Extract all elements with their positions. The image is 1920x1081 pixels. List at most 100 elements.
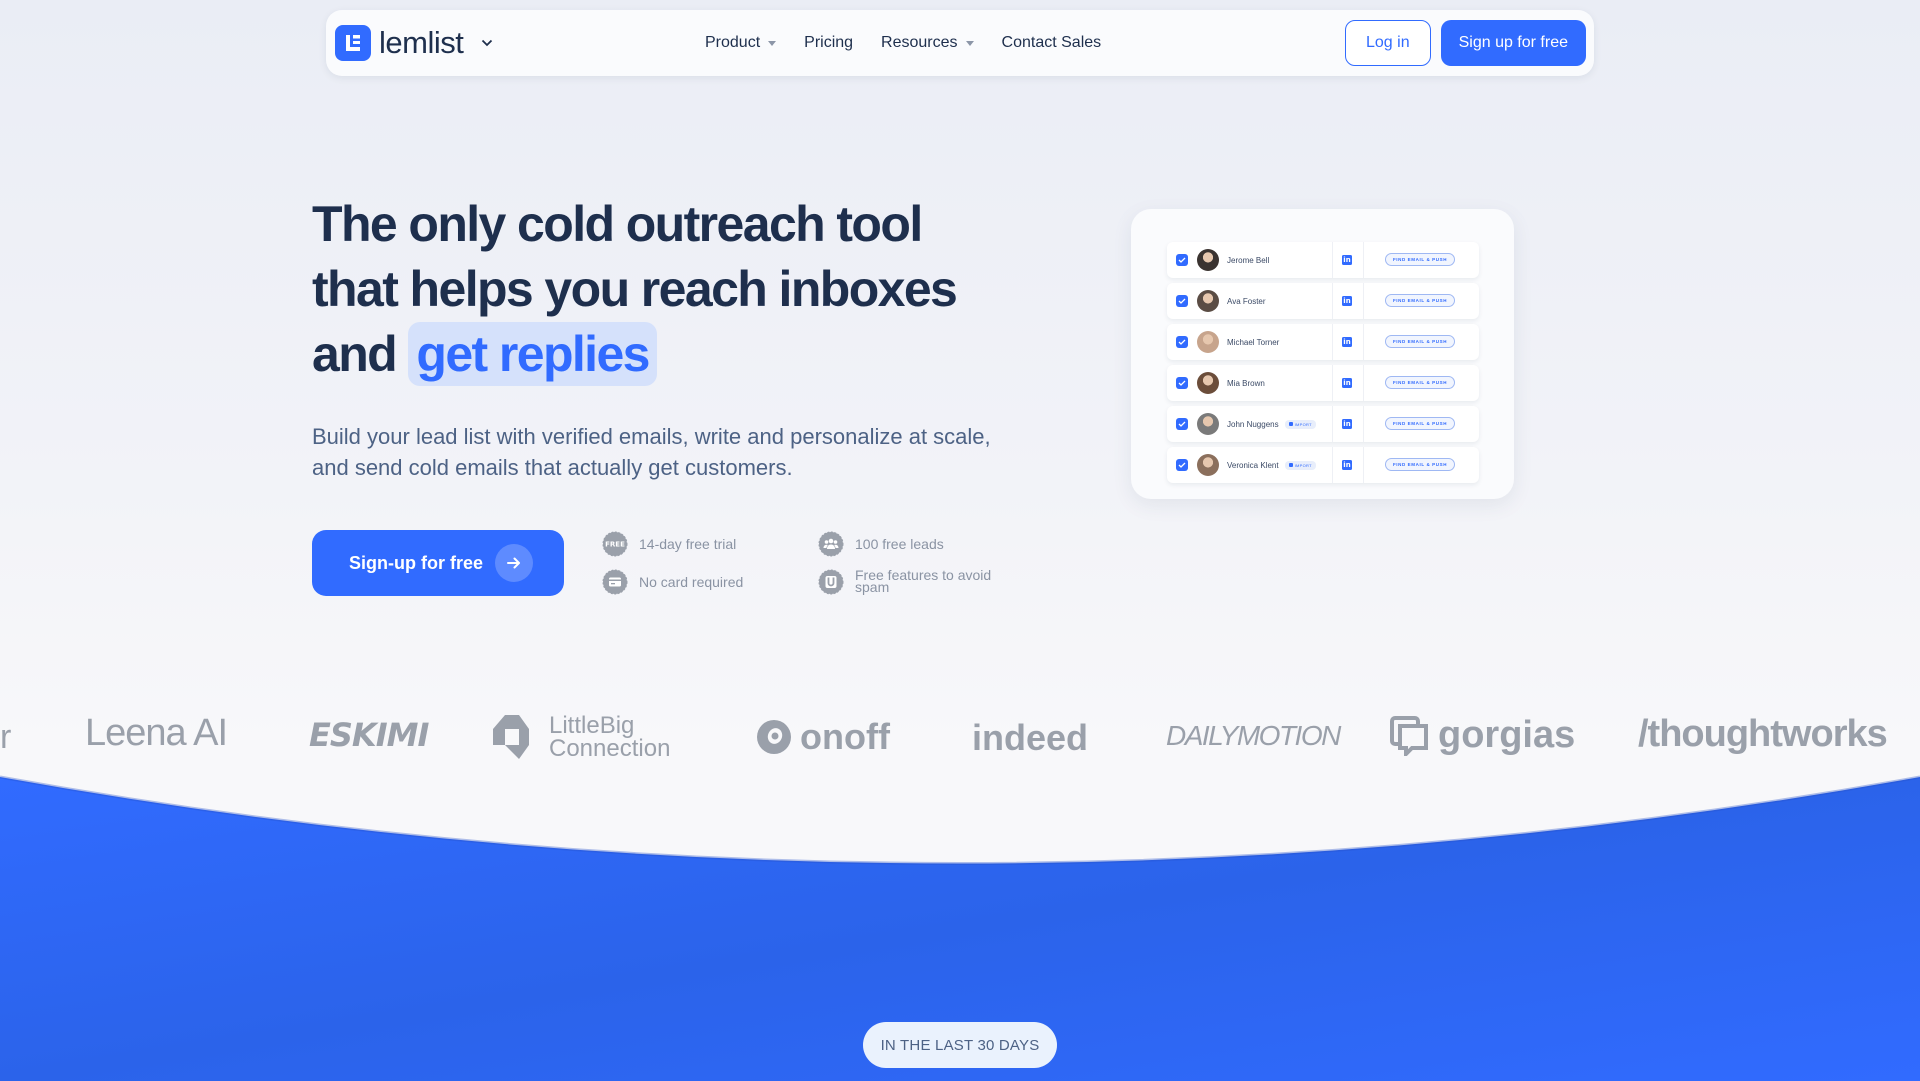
avatar [1197,331,1219,353]
checkbox-checked[interactable] [1176,295,1188,307]
lead-row: Michael Torner in FIND EMAIL & PUSH [1167,324,1479,360]
nav-pricing-label: Pricing [804,34,854,51]
divider [1332,447,1333,483]
checkbox-checked[interactable] [1176,336,1188,348]
card-icon [602,569,628,595]
brand-name: lemlist [379,25,464,60]
logo-indeed: indeed [972,717,1089,758]
logo-onoff: onoff [756,716,890,758]
lead-row: Veronica Klent IMPORT in FIND EMAIL & PUSH [1167,447,1479,483]
divider [1363,365,1364,401]
avatar [1197,290,1219,312]
check-icon [1178,339,1186,345]
lead-row: Mia Brown in FIND EMAIL & PUSH [1167,365,1479,401]
nav-actions: Log in Sign up for free [1345,20,1586,66]
login-button[interactable]: Log in [1345,20,1431,66]
lead-name: Mia Brown [1227,378,1265,388]
nav-resources[interactable]: Resources [881,34,974,52]
divider [1332,283,1333,319]
find-email-push-button[interactable]: FIND EMAIL & PUSH [1385,417,1455,430]
perk-label: 14-day free trial [639,536,737,552]
magnet-icon [818,569,844,595]
avatar [1197,249,1219,271]
divider [1332,365,1333,401]
lead-name: John Nuggens [1227,419,1279,429]
linkedin-icon[interactable]: in [1342,460,1352,470]
find-email-push-button[interactable]: FIND EMAIL & PUSH [1385,335,1455,348]
checkbox-checked[interactable] [1176,377,1188,389]
logo-littlebig-connection: LittleBig Connection [493,714,679,761]
check-icon [1178,257,1186,263]
lead-row: Ava Foster in FIND EMAIL & PUSH [1167,283,1479,319]
divider [1363,324,1364,360]
linkedin-icon[interactable]: in [1342,255,1352,265]
perk-label: 100 free leads [855,536,944,552]
checkbox-checked[interactable] [1176,254,1188,266]
hero-title-line-2: that helps you reach inboxes [312,261,958,317]
hero-signup-button[interactable]: Sign-up for free [312,530,564,596]
import-badge: IMPORT [1284,460,1316,470]
free-badge-icon: FREE [602,531,628,557]
find-email-push-button[interactable]: FIND EMAIL & PUSH [1385,376,1455,389]
hero-title-line-1: The only cold outreach tool [312,196,923,252]
linkedin-icon[interactable]: in [1342,378,1352,388]
linkedin-icon[interactable]: in [1342,337,1352,347]
users-icon [818,531,844,557]
caret-down-icon [965,40,974,46]
divider [1363,447,1364,483]
hero-title-highlight: get replies [408,322,657,386]
divider [1363,242,1364,278]
find-email-push-button[interactable]: FIND EMAIL & PUSH [1385,253,1455,266]
linkedin-icon[interactable]: in [1342,419,1352,429]
checkbox-checked[interactable] [1176,418,1188,430]
lemlist-logo-icon [335,25,371,61]
divider [1332,324,1333,360]
perk-free-trial: FREE 14-day free trial [602,531,789,557]
divider [1363,406,1364,442]
chevron-down-icon [481,37,493,49]
avatar [1197,413,1219,435]
find-email-push-button[interactable]: FIND EMAIL & PUSH [1385,458,1455,471]
logo-partial: r [0,718,12,756]
littlebig-mark-icon [493,715,529,759]
lead-row: John Nuggens IMPORT in FIND EMAIL & PUSH [1167,406,1479,442]
hero-subtitle: Build your lead list with verified email… [312,424,991,480]
nav-product[interactable]: Product [705,34,777,52]
divider [1332,406,1333,442]
linkedin-icon[interactable]: in [1342,296,1352,306]
hero-signup-label: Sign-up for free [349,552,483,573]
stats-period-pill: IN THE LAST 30 DAYS [863,1022,1057,1068]
check-icon [1178,380,1186,386]
onoff-mark-icon [757,720,791,754]
import-icon [1288,422,1293,426]
nav-contact-sales[interactable]: Contact Sales [1002,34,1102,52]
perk-label: Free features to avoid spam [855,567,992,595]
avatar [1197,454,1219,476]
lead-name: Michael Torner [1227,337,1280,347]
gorgias-mark-icon [1390,715,1428,756]
nav-links: Product Pricing Resources Contact Sales [705,10,1101,76]
divider [1363,283,1364,319]
signup-button[interactable]: Sign up for free [1440,20,1586,66]
logo-thoughtworks: /thoughtworks [1638,713,1888,755]
hero-title-line-3: and [312,326,398,382]
logo-leena-ai: Leena AI [85,712,228,754]
perk-label: No card required [639,574,744,590]
logo-eskimi: ESKIMI [309,716,429,754]
nav-pricing[interactable]: Pricing [804,34,853,52]
checkbox-checked[interactable] [1176,459,1188,471]
perk-free-leads: 100 free leads [818,531,1005,557]
check-icon [1178,462,1186,468]
find-email-push-button[interactable]: FIND EMAIL & PUSH [1385,294,1455,307]
caret-down-icon [768,40,777,46]
divider [1332,242,1333,278]
nav-resources-label: Resources [881,34,958,51]
perk-no-card: No card required [602,569,789,595]
import-badge: IMPORT [1284,419,1316,429]
logo-gorgias: gorgias [1390,714,1575,757]
arrow-right-icon [495,544,533,582]
svg-text:FREE: FREE [605,541,625,549]
check-icon [1178,421,1186,427]
brand-menu[interactable]: lemlist [335,25,493,61]
lead-name: Veronica Klent [1227,460,1279,470]
